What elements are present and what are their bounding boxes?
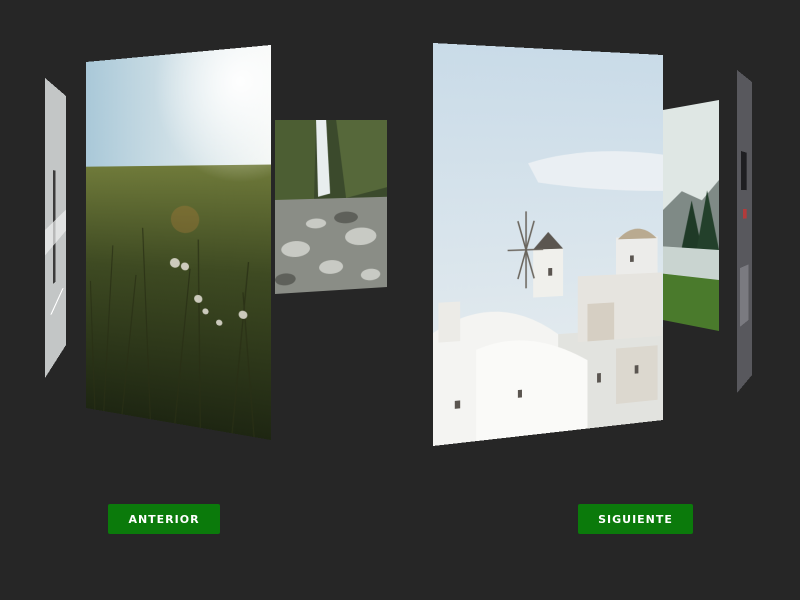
slide-mountain[interactable] (663, 99, 719, 331)
previous-button[interactable]: ANTERIOR (108, 504, 220, 534)
village-photo-icon (433, 43, 664, 446)
slide-waterfall[interactable] (275, 120, 388, 294)
slide-village[interactable] (433, 43, 664, 446)
slide-portrait[interactable] (737, 70, 753, 393)
next-button[interactable]: SIGUIENTE (578, 504, 693, 534)
portrait-photo-icon (737, 70, 753, 393)
forest-photo-icon (45, 78, 67, 378)
carousel-stage: ANTERIOR SIGUIENTE (0, 0, 800, 600)
meadow-photo-icon (86, 44, 271, 440)
slide-forest[interactable] (45, 78, 67, 378)
waterfall-photo-icon (275, 120, 388, 294)
slide-meadow[interactable] (86, 44, 271, 440)
mountain-photo-icon (663, 99, 719, 331)
